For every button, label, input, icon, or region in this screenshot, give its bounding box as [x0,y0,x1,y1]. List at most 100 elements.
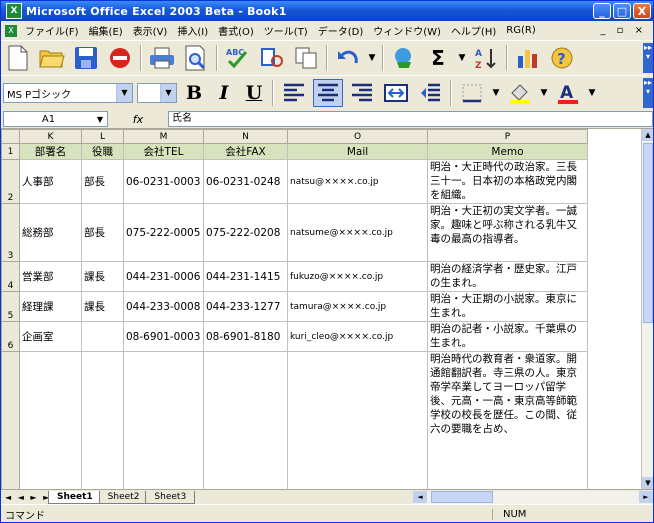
autosum-icon[interactable]: Σ [423,44,453,72]
italic-button[interactable]: I [211,79,237,107]
row-header[interactable]: 6 [1,321,20,352]
header-cell[interactable]: Mail [287,143,428,160]
header-cell[interactable]: 役職 [81,143,124,160]
scroll-down-icon[interactable]: ▼ [642,477,653,489]
cell[interactable]: 部長 [81,203,124,262]
name-box-dropdown-icon[interactable]: ▼ [93,115,107,124]
row-header[interactable]: 1 [1,143,20,160]
row-header[interactable] [1,351,20,489]
close-button[interactable]: X [633,3,651,19]
cell[interactable] [19,351,82,489]
permission-icon[interactable] [105,44,135,72]
borders-icon[interactable] [457,79,487,107]
help-icon[interactable]: ? [547,44,577,72]
spelling-icon[interactable]: ABC [223,44,253,72]
cell[interactable]: 06-0231-0248 [203,159,288,204]
cell[interactable]: tamura@××××.co.jp [287,291,428,322]
tab-sheet2[interactable]: Sheet2 [98,490,149,504]
menu-view[interactable]: 表示(V) [128,23,173,38]
vertical-scrollbar[interactable]: ▲ ▼ [641,129,653,489]
row-header[interactable]: 4 [1,261,20,292]
workbook-icon[interactable]: X [5,24,17,37]
scroll-left-icon[interactable]: ◄ [413,491,427,503]
new-document-icon[interactable] [3,44,33,72]
menu-file[interactable]: ファイル(F) [20,23,84,38]
menu-tools[interactable]: ツール(T) [259,23,313,38]
menu-format[interactable]: 書式(O) [213,23,259,38]
decrease-indent-icon[interactable] [415,79,445,107]
underline-button[interactable]: U [241,79,267,107]
cell[interactable]: 課長 [81,291,124,322]
research-icon[interactable] [257,44,287,72]
copy-icon[interactable] [291,44,321,72]
cell[interactable] [287,351,428,489]
cell[interactable] [123,351,204,489]
sort-ascending-icon[interactable]: AZ [471,44,501,72]
memo-cell[interactable]: 明治・大正期の小説家。東京に生まれ。 [427,291,588,322]
fill-color-dropdown-icon[interactable]: ▼ [539,79,549,107]
align-left-icon[interactable] [279,79,309,107]
memo-cell[interactable]: 明治・大正時代の政治家。三長三十一。日本初の本格政党内閣を組織。 [427,159,588,204]
cell[interactable]: 総務部 [19,203,82,262]
column-header[interactable]: K [19,129,82,144]
chart-wizard-icon[interactable] [513,44,543,72]
scroll-up-icon[interactable]: ▲ [642,129,653,141]
column-header[interactable]: P [427,129,588,144]
column-header[interactable]: N [203,129,288,144]
horizontal-scrollbar[interactable]: ◄ ► [413,490,653,504]
horizontal-scroll-thumb[interactable] [431,491,493,503]
workbook-window-controls[interactable]: _ ▫ × [600,25,653,36]
scroll-right-icon[interactable]: ► [639,491,653,503]
insert-function-icon[interactable]: fx [108,113,168,126]
menu-edit[interactable]: 編集(E) [84,23,128,38]
cell[interactable]: 課長 [81,261,124,292]
memo-cell[interactable]: 明治の経済学者・歴史家。江戸の生まれ。 [427,261,588,292]
undo-dropdown-icon[interactable]: ▼ [367,44,377,72]
open-folder-icon[interactable] [37,44,67,72]
cell[interactable] [81,321,124,352]
memo-cell[interactable]: 明治の記者・小説家。千葉県の生まれ。 [427,321,588,352]
header-cell[interactable]: 会社TEL [123,143,204,160]
menu-insert[interactable]: 挿入(I) [172,23,213,38]
row-header[interactable]: 5 [1,291,20,322]
merge-center-icon[interactable] [381,79,411,107]
memo-cell[interactable]: 明治・大正初の実文学者。一誠家。趣味と呼ぶ称される乳牛又毒の最高の指導者。 [427,203,588,262]
formatting-options-icon[interactable]: ▸▸ ▾ [643,78,653,108]
memo-cell[interactable]: 明治時代の教育者・衆道家。開通館翻訳者。寺三県の人。東京帝学卒業してヨーロッパ留… [427,351,588,489]
row-header[interactable]: 3 [1,203,20,262]
cell[interactable]: 企画室 [19,321,82,352]
minimize-button[interactable]: _ [593,3,611,19]
cell[interactable]: 075-222-0005 [123,203,204,262]
cell[interactable]: natsu@××××.co.jp [287,159,428,204]
cell[interactable]: natsume@××××.co.jp [287,203,428,262]
toolbar-options-icon[interactable]: ▸▸ ▾ [643,43,653,73]
column-header[interactable]: L [81,129,124,144]
font-color-dropdown-icon[interactable]: ▼ [587,79,597,107]
cell[interactable]: 044-233-1277 [203,291,288,322]
menu-rg[interactable]: RG(R) [501,25,540,36]
hyperlink-icon[interactable] [389,44,419,72]
menu-data[interactable]: データ(D) [313,23,369,38]
name-box[interactable]: A1 ▼ [3,111,108,127]
font-name-combo[interactable]: MS Pゴシック ▼ [3,83,133,103]
menu-help[interactable]: ヘルプ(H) [446,23,501,38]
formula-input[interactable]: 氏名 [168,111,653,127]
cell[interactable]: 部長 [81,159,124,204]
cell[interactable]: 044-233-0008 [123,291,204,322]
header-cell[interactable]: 部署名 [19,143,82,160]
borders-dropdown-icon[interactable]: ▼ [491,79,501,107]
row-header[interactable]: 2 [1,159,20,204]
save-icon[interactable] [71,44,101,72]
print-icon[interactable] [147,44,177,72]
maximize-button[interactable]: □ [613,3,631,19]
print-preview-icon[interactable] [181,44,211,72]
column-header[interactable]: O [287,129,428,144]
cell[interactable]: 人事部 [19,159,82,204]
cell[interactable]: 06-0231-0003 [123,159,204,204]
align-center-icon[interactable] [313,79,343,107]
bold-button[interactable]: B [181,79,207,107]
cell[interactable]: 044-231-0006 [123,261,204,292]
autosum-dropdown-icon[interactable]: ▼ [457,44,467,72]
cell[interactable]: 044-231-1415 [203,261,288,292]
align-right-icon[interactable] [347,79,377,107]
